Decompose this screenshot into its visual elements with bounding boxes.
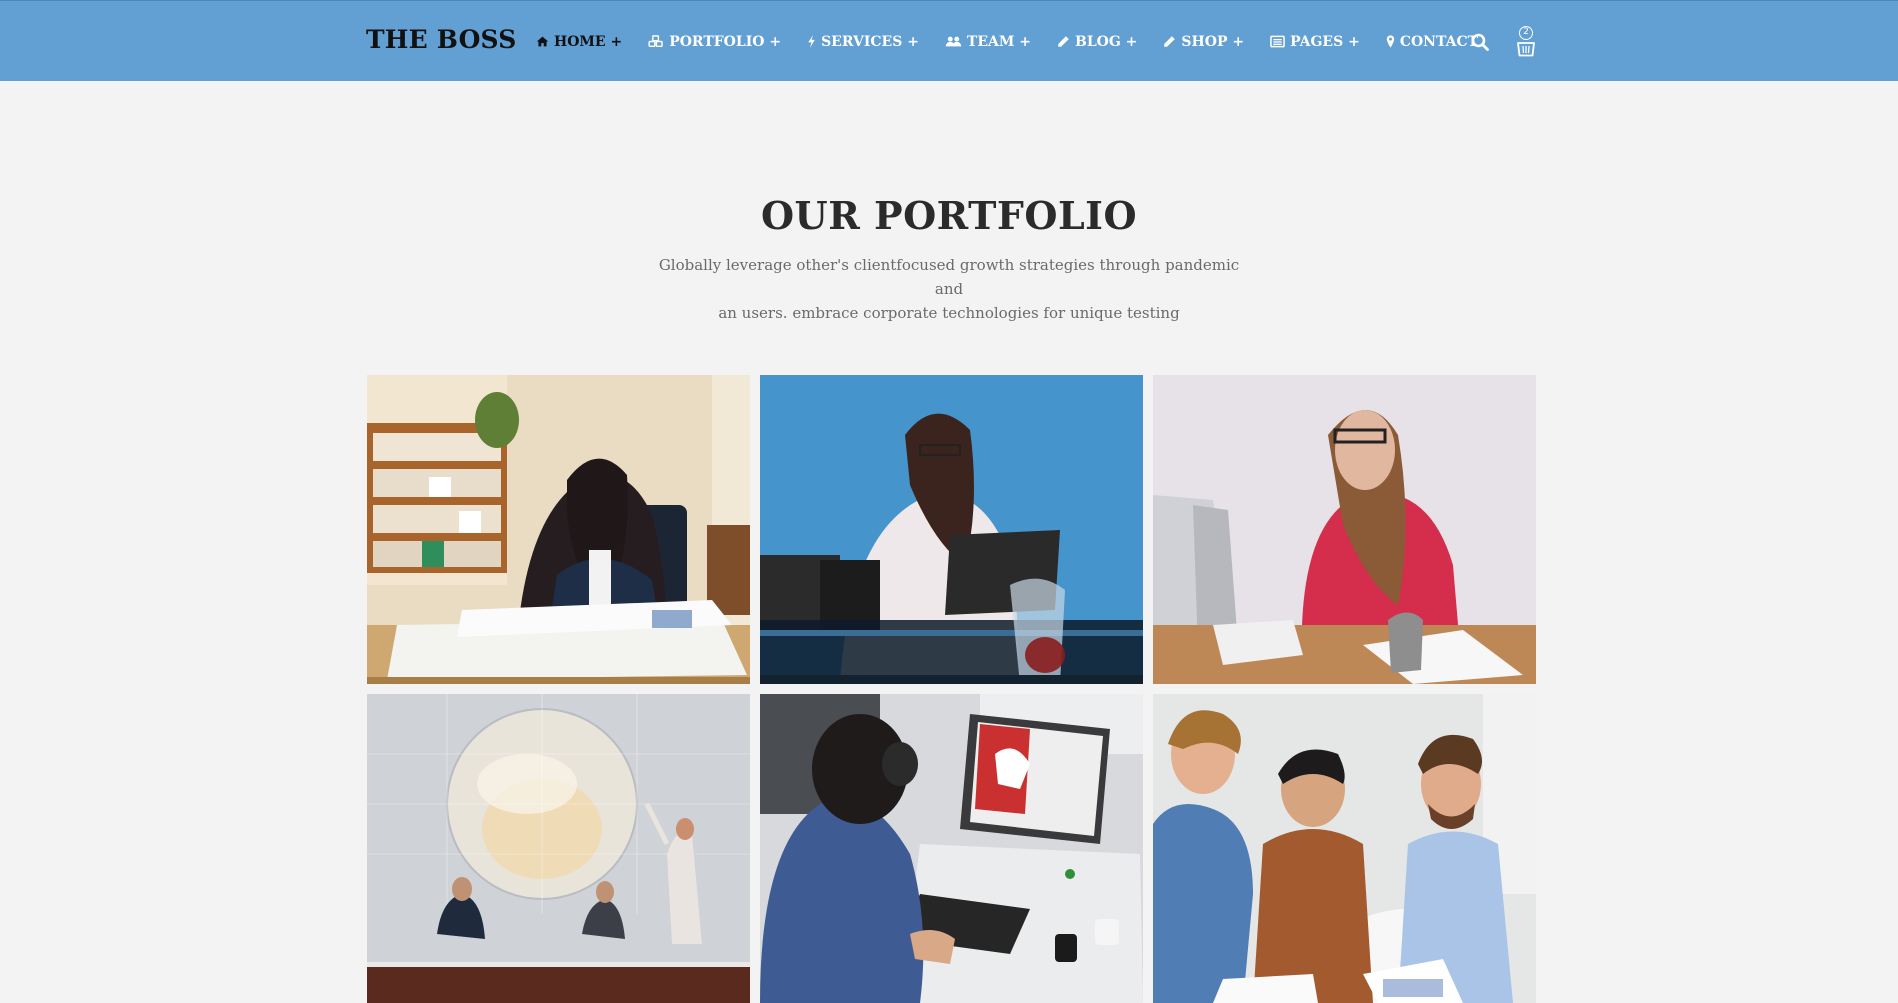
nav-item-blog[interactable]: BLOG + — [1044, 1, 1150, 82]
portfolio-image-3 — [1153, 375, 1536, 684]
nav-label-blog: BLOG + — [1074, 33, 1138, 50]
portfolio-item-3[interactable]: smiling-woman-red-jacket-laptop — [1153, 375, 1536, 684]
top-navigation-bar: THE BOSS HOME + PORTFOLIO + SERVICES + T… — [0, 0, 1898, 81]
portfolio-item-1[interactable]: businesswoman-reading-newspaper-at-desk — [367, 375, 750, 684]
portfolio-image-4 — [367, 694, 750, 1003]
nav-item-portfolio[interactable]: PORTFOLIO + — [635, 1, 794, 82]
portfolio-item-2[interactable]: woman-with-laptop-blue-wall — [760, 375, 1143, 684]
portfolio-item-6[interactable]: three-smiling-men-at-table — [1153, 694, 1536, 1003]
nav-label-portfolio: PORTFOLIO + — [669, 33, 782, 50]
portfolio-subtitle-line-1: Globally leverage other's clientfocused … — [658, 256, 1240, 298]
nav-label-contact: CONTACT — [1399, 33, 1479, 50]
search-icon[interactable] — [1471, 33, 1489, 51]
portfolio-grid: businesswoman-reading-newspaper-at-desk … — [367, 375, 1537, 1003]
shopping-basket-icon — [1517, 40, 1535, 57]
home-icon — [536, 35, 549, 48]
cubes-icon — [648, 35, 664, 48]
nav-item-team[interactable]: TEAM + — [932, 1, 1044, 82]
site-logo[interactable]: THE BOSS — [366, 25, 517, 54]
portfolio-image-5 — [760, 694, 1143, 1003]
nav-label-shop: SHOP + — [1181, 33, 1245, 50]
portfolio-title: OUR PORTFOLIO — [760, 193, 1138, 238]
portfolio-subtitle-line-2: an users. embrace corporate technologies… — [718, 304, 1180, 322]
pencil-icon — [1163, 35, 1176, 48]
nav-item-shop[interactable]: SHOP + — [1150, 1, 1257, 82]
portfolio-image-1 — [367, 375, 750, 684]
nav-label-pages: PAGES + — [1290, 33, 1360, 50]
nav-item-home[interactable]: HOME + — [536, 1, 635, 82]
list-icon — [1270, 35, 1285, 48]
portfolio-item-4[interactable]: presentation-globe-conference-room — [367, 694, 750, 1003]
portfolio-item-5[interactable]: designer-at-computer-eagle-image — [760, 694, 1143, 1003]
cart-button[interactable]: 2 — [1514, 25, 1538, 61]
cart-count-badge: 2 — [1519, 26, 1533, 40]
nav-label-home: HOME + — [554, 33, 623, 50]
pencil-icon — [1057, 35, 1070, 48]
map-marker-icon — [1386, 35, 1395, 48]
nav-label-services: SERVICES + — [821, 33, 919, 50]
portfolio-subtitle: Globally leverage other's clientfocused … — [649, 253, 1249, 325]
portfolio-image-2 — [760, 375, 1143, 684]
main-nav: HOME + PORTFOLIO + SERVICES + TEAM + BLO… — [536, 1, 1491, 82]
nav-item-services[interactable]: SERVICES + — [794, 1, 932, 82]
nav-item-pages[interactable]: PAGES + — [1257, 1, 1373, 82]
users-icon — [945, 35, 962, 48]
nav-label-team: TEAM + — [966, 33, 1031, 50]
portfolio-image-6 — [1153, 694, 1536, 1003]
bolt-icon — [807, 35, 816, 48]
